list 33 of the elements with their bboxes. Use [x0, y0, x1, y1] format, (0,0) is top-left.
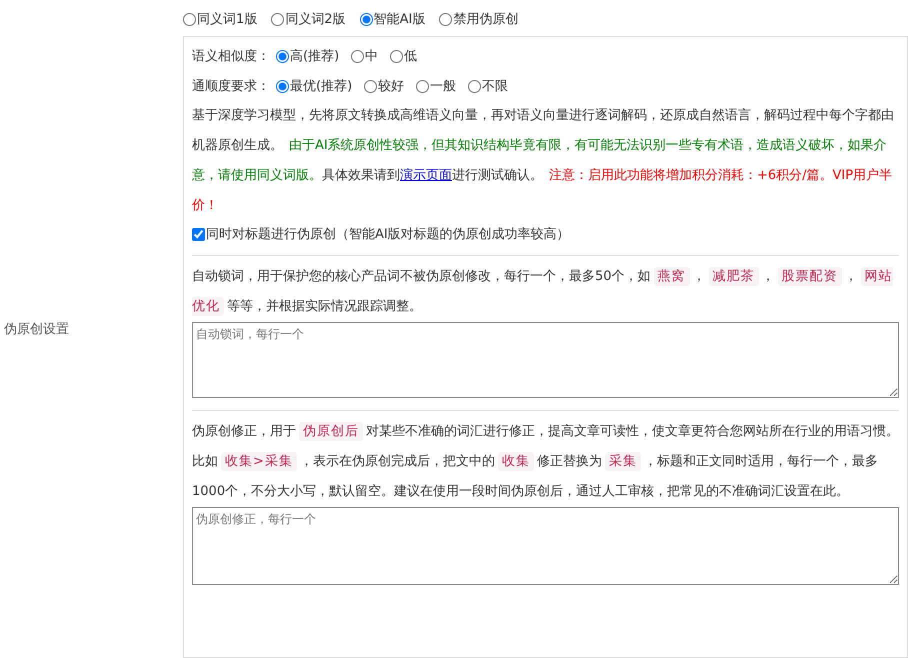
lock-words-text: 自动锁词，用于保护您的核心产品词不被伪原创修改，每行一个，最多50个，如 燕窝 ， 减肥茶 ， 股票配资 ， 网站优化 等等，并根据实际情况跟踪调整。 — [192, 266, 894, 318]
description-text: 基于深度学习模型，先将原文转换成高维语义向量，再对语义向量进行逐词解码，还原成自然语言，解码过程中每个字都由机器原创生成。 由于AI系统原创性较强，但其知识结构毕竟有限，有可能无法识别一些专有术语，造成语义破坏，如果介意，请使用同义词版。具体效果请到演示页面进行测试确认。 注意：启用此功能将增加积分消耗：+6积分/篇。VIP用户半价！ — [192, 107, 895, 215]
radio-button[interactable] — [183, 12, 196, 26]
radio-label: 同义词1版 — [197, 11, 258, 28]
radio-button[interactable] — [276, 50, 289, 62]
radio-label: 同义词2版 — [285, 11, 346, 28]
radio-button[interactable] — [351, 50, 364, 62]
checkbox-label: 同时对标题进行伪原创（智能AI版对标题的伪原创成功率较高） — [206, 226, 570, 243]
radio-label: 不限 — [482, 78, 508, 95]
field-label: 语义相似度： — [192, 48, 270, 65]
radio-button[interactable] — [360, 12, 373, 26]
radio-label: 智能AI版 — [374, 11, 426, 28]
radio-button[interactable] — [364, 80, 378, 92]
radio-label: 较好 — [378, 78, 404, 95]
radio-label: 最优(推荐) — [290, 78, 352, 95]
field-label: 通顺度要求： — [192, 78, 270, 95]
radio-label: 一般 — [430, 78, 456, 95]
radio-button[interactable] — [271, 12, 284, 26]
corrections-text: 伪原创修正，用于 伪原创后 对某些不准确的词汇进行修正，提高文章可读性，使文章更符合您网站所在行业的用语习惯。比如 收集>采集 ，表示在伪原创完成后，把文中的 收集 修正替换为 采集 ，标题和正文同时适用，每行一个，最多1000个，不分大小写，默认留空。建议在使用一段时间伪原创后，通过人工审核，把常见的不准确词汇设置在此。 — [192, 421, 899, 501]
radio-label: 中 — [365, 48, 378, 65]
section-label: 伪原创设置 — [3, 321, 69, 338]
radio-label: 低 — [404, 48, 418, 65]
corrections-field[interactable]: 伪原创修正，每行一个 — [192, 507, 899, 585]
radio-label: 高(推荐) — [290, 48, 340, 65]
checkbox[interactable] — [192, 228, 205, 240]
lock-words-field[interactable]: 自动锁词，每行一个 — [192, 322, 899, 398]
radio-button[interactable] — [276, 80, 289, 92]
radio-label: 禁用伪原创 — [453, 11, 518, 28]
radio-button[interactable] — [439, 12, 452, 26]
demo-page-link[interactable]: 演示页面 — [400, 168, 452, 183]
radio-button[interactable] — [416, 80, 430, 92]
radio-button[interactable] — [468, 80, 482, 92]
radio-button[interactable] — [390, 50, 404, 62]
